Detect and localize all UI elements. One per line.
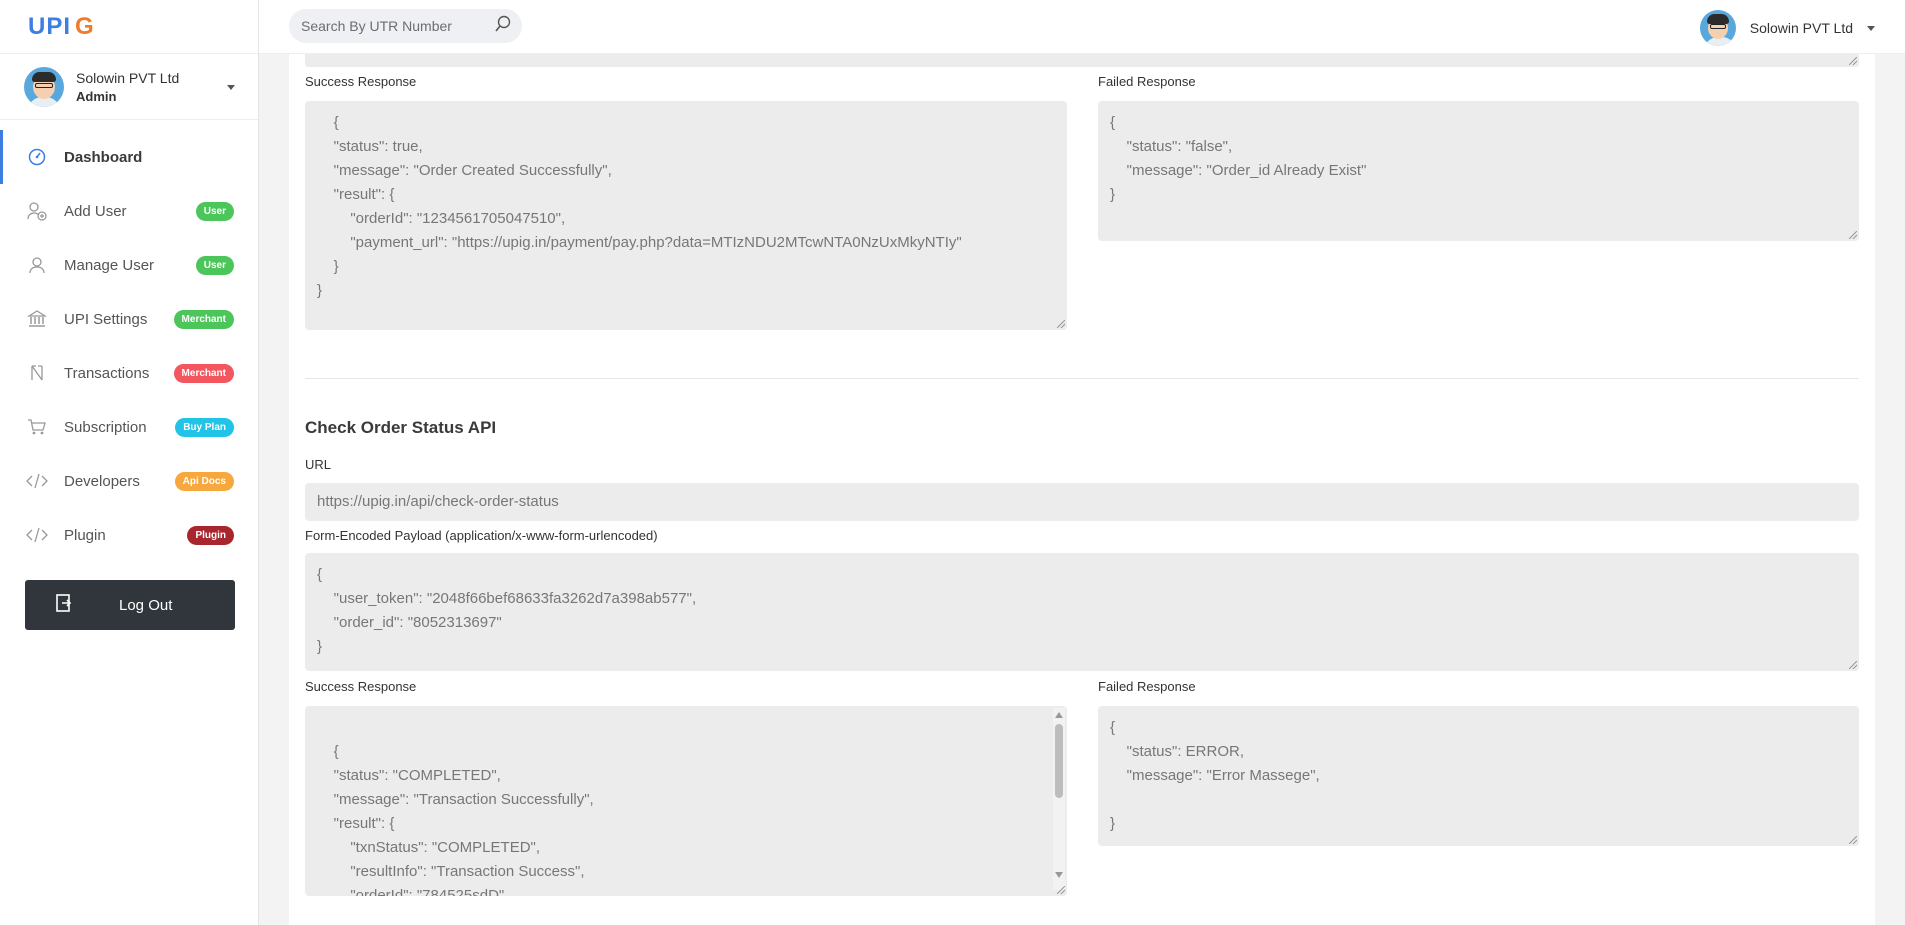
- profile-role: Admin: [76, 88, 117, 104]
- payload-label: Form-Encoded Payload (application/x-www-…: [305, 528, 658, 543]
- sidebar-item-upi-settings[interactable]: UPI Settings Merchant: [0, 292, 258, 346]
- sidebar-nav: Dashboard Add User User Manage User User…: [0, 120, 258, 562]
- failed-response-label: Failed Response: [1098, 74, 1196, 89]
- url-label: URL: [305, 457, 332, 472]
- failed-response-textarea[interactable]: { "status": ERROR, "message": "Error Mas…: [1098, 706, 1859, 846]
- profile-name: Solowin PVT Ltd: [76, 69, 180, 86]
- avatar: [24, 66, 64, 107]
- user-name: Solowin PVT Ltd: [1749, 20, 1853, 36]
- payload-textarea-partial[interactable]: [305, 54, 1859, 67]
- success-response-text: { "status": "COMPLETED", "message": "Tra…: [333, 743, 594, 896]
- textarea-scrollbar[interactable]: [1053, 708, 1065, 890]
- logout-label: Log Out: [119, 596, 173, 614]
- code-icon: [26, 470, 48, 492]
- user-badge[interactable]: User: [195, 201, 234, 221]
- sidebar-item-label: Manage User: [64, 256, 155, 274]
- scroll-up-icon[interactable]: [1055, 712, 1063, 718]
- sidebar-item-label: Plugin: [64, 526, 106, 544]
- failed-response-text: { "status": "false", "message": "Order_i…: [1110, 114, 1367, 203]
- buy-plan-badge[interactable]: Buy Plan: [175, 417, 234, 437]
- payload-textarea[interactable]: { "user_token": "2048f66bef68633fa3262d7…: [305, 553, 1859, 671]
- payload-text: { "user_token": "2048f66bef68633fa3262d7…: [317, 566, 697, 655]
- search-icon[interactable]: [494, 15, 512, 38]
- sidebar-item-label: Subscription: [64, 418, 147, 436]
- logo-text-g: G: [75, 12, 95, 40]
- user-badge[interactable]: User: [195, 255, 234, 275]
- logout-button[interactable]: Log Out: [25, 580, 235, 630]
- top-bar: Solowin PVT Ltd: [259, 0, 1905, 54]
- user-menu[interactable]: Solowin PVT Ltd: [1699, 10, 1875, 46]
- plugin-badge[interactable]: Plugin: [187, 525, 234, 545]
- failed-response-label: Failed Response: [1098, 679, 1196, 694]
- sidebar-item-label: Add User: [64, 202, 127, 220]
- url-value: https://upig.in/api/check-order-status: [317, 493, 559, 510]
- caret-down-icon: [1867, 25, 1875, 31]
- scrollbar-thumb[interactable]: [1055, 724, 1063, 798]
- merchant-badge[interactable]: Merchant: [173, 363, 234, 383]
- main-content: Success Response Failed Response { "stat…: [289, 54, 1875, 925]
- logo-text-upi: UPI: [28, 12, 72, 40]
- sidebar-item-plugin[interactable]: Plugin Plugin: [0, 508, 258, 562]
- rupee-icon: [26, 362, 48, 384]
- failed-response-textarea[interactable]: { "status": "false", "message": "Order_i…: [1098, 101, 1859, 241]
- dashboard-icon: [26, 146, 48, 168]
- logo[interactable]: UPI G: [0, 0, 258, 54]
- sidebar-item-subscription[interactable]: Subscription Buy Plan: [0, 400, 258, 454]
- merchant-badge[interactable]: Merchant: [173, 309, 234, 329]
- failed-response-text: { "status": ERROR, "message": "Error Mas…: [1110, 719, 1320, 832]
- logout-icon: [55, 593, 79, 617]
- sidebar-item-add-user[interactable]: Add User User: [0, 184, 258, 238]
- sidebar-item-developers[interactable]: Developers Api Docs: [0, 454, 258, 508]
- url-field[interactable]: https://upig.in/api/check-order-status: [305, 483, 1859, 521]
- scroll-down-icon[interactable]: [1055, 872, 1063, 878]
- sidebar-item-label: Dashboard: [64, 148, 143, 166]
- sidebar-item-dashboard[interactable]: Dashboard: [0, 130, 258, 184]
- avatar: [1699, 10, 1736, 46]
- success-response-text: { "status": true, "message": "Order Crea…: [317, 114, 962, 299]
- success-response-label: Success Response: [305, 679, 417, 694]
- success-response-textarea[interactable]: { "status": true, "message": "Order Crea…: [305, 101, 1067, 330]
- success-response-label: Success Response: [305, 74, 417, 89]
- success-response-textarea[interactable]: { "status": "COMPLETED", "message": "Tra…: [305, 706, 1067, 896]
- sidebar-item-manage-user[interactable]: Manage User User: [0, 238, 258, 292]
- sidebar-item-transactions[interactable]: Transactions Merchant: [0, 346, 258, 400]
- profile-menu[interactable]: Solowin PVT Ltd Admin: [0, 54, 258, 120]
- cart-icon: [26, 416, 48, 438]
- add-user-icon: [26, 200, 48, 222]
- caret-down-icon: [227, 85, 235, 90]
- search-box: [289, 9, 522, 43]
- section-divider: [305, 378, 1859, 379]
- user-icon: [26, 254, 48, 276]
- api-docs-badge[interactable]: Api Docs: [174, 471, 234, 491]
- bank-icon: [26, 308, 48, 330]
- sidebar: UPI G Solowin PVT Ltd Admin Dashboard Add…: [0, 0, 259, 925]
- sidebar-item-label: Transactions: [64, 364, 150, 382]
- search-input[interactable]: [301, 18, 481, 34]
- sidebar-item-label: UPI Settings: [64, 310, 148, 328]
- section-title: Check Order Status API: [305, 418, 497, 437]
- sidebar-item-label: Developers: [64, 472, 140, 490]
- code-icon: [26, 524, 48, 546]
